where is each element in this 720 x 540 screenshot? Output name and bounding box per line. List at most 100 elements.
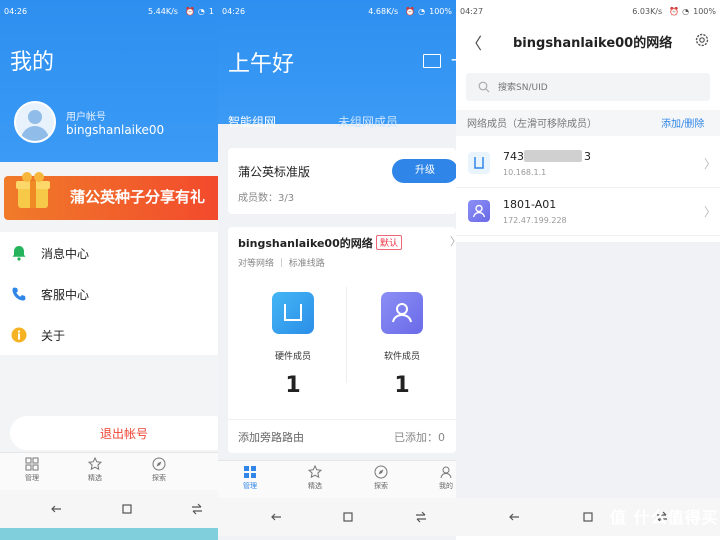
plan-card: 蒲公英标准版 成员数：3/3 升级 (228, 148, 456, 214)
wifi-icon: ◔ (197, 6, 205, 16)
back-nav-icon[interactable] (50, 503, 62, 515)
search-box[interactable] (466, 73, 710, 101)
added-count: 已添加：0 (394, 431, 445, 444)
menu-item-label: 客服中心 (41, 288, 90, 302)
panel-network-detail: 04:27 6.03K/s ⏰ ◔ 100% 〈 bingshanlaike00的… (456, 0, 720, 540)
bell-icon (12, 246, 26, 261)
tab-unnetworked-members[interactable]: 未组网成员 (338, 113, 398, 130)
wifi-icon: ◔ (682, 6, 690, 16)
bottom-tab-bar: 管理 精选 探索 我的 (218, 460, 456, 501)
back-icon[interactable]: 〈 (466, 30, 482, 54)
home-nav-icon[interactable] (342, 511, 354, 523)
account-label: 用户帐号 (66, 112, 106, 123)
status-bar: 04:26 4.68K/s ⏰ ◔ 100% (218, 0, 456, 22)
tab-manage[interactable]: 管理 (10, 457, 54, 483)
bottom-tab-bar: 管理 精选 探索 (0, 452, 218, 493)
wifi-icon: ◔ (418, 6, 426, 16)
menu-item-label: 消息中心 (41, 247, 90, 261)
tab-explore[interactable]: 探索 (359, 465, 403, 491)
switch-nav-icon[interactable] (415, 511, 427, 523)
page-title: bingshanlaike00的网络 (513, 36, 673, 51)
tab-label: 管理 (25, 474, 39, 482)
chevron-right-icon: 〉 (704, 205, 717, 219)
member-name-suffix: 3 (584, 150, 591, 163)
compass-icon (374, 465, 388, 479)
gear-icon[interactable] (694, 32, 710, 48)
divider (346, 287, 347, 383)
tab-label: 我的 (439, 482, 453, 490)
router-icon[interactable] (272, 292, 314, 334)
status-icons: ⏰ ◔ (182, 7, 205, 16)
compass-icon (152, 457, 166, 471)
list-item[interactable]: 1801-A01 172.47.199.228 〉 (456, 189, 720, 236)
member-name: 743 (503, 150, 524, 163)
page-title: 我的 (10, 50, 55, 75)
tab-label: 管理 (243, 482, 257, 490)
person-icon (440, 466, 452, 479)
chevron-right-icon: 〉 (704, 157, 717, 171)
mail-icon[interactable] (423, 54, 441, 68)
add-remove-link[interactable]: 添加/删除 (661, 115, 704, 130)
search-icon (478, 81, 490, 93)
home-nav-icon[interactable] (582, 511, 594, 523)
member-name: 1801-A01 (503, 198, 557, 211)
tab-label: 精选 (88, 474, 102, 482)
tab-featured[interactable]: 精选 (293, 465, 337, 491)
status-speed: 5.44K/s (148, 6, 178, 16)
menu-list: 消息中心 客服中心 关于 (0, 232, 218, 355)
switch-nav-icon[interactable] (191, 503, 203, 515)
account-name[interactable]: bingshanlaike00 (66, 123, 164, 137)
tab-smart-network[interactable]: 智能组网 (228, 113, 276, 130)
logout-label: 退出帐号 (100, 427, 149, 441)
status-battery: 100% (693, 6, 716, 16)
status-bar: 04:27 6.03K/s ⏰ ◔ 100% (456, 0, 720, 22)
upgrade-button[interactable]: 升级 (392, 159, 456, 183)
background-strip (0, 528, 218, 540)
status-speed: 6.03K/s (632, 6, 663, 16)
tab-label: 探索 (374, 482, 388, 490)
default-badge: 默认 (376, 235, 403, 250)
logout-button[interactable]: 退出帐号 (10, 416, 218, 450)
tab-mine[interactable]: 我的 (424, 465, 456, 491)
members-section-label: 网络成员（左滑可移除成员） (467, 119, 597, 130)
network-card[interactable]: bingshanlaike00的网络 默认 〉 对等网络 ｜ 标准线路 硬件成员… (228, 227, 456, 453)
status-speed: 4.68K/s (368, 6, 399, 16)
members-section-header: 网络成员（左滑可移除成员） 添加/删除 (456, 110, 720, 136)
status-battery: 1 (208, 6, 214, 16)
home-nav-icon[interactable] (121, 503, 133, 515)
network-subtitle: 对等网络 ｜ 标准线路 (238, 259, 325, 269)
menu-item-about[interactable]: 关于 (0, 314, 218, 355)
list-item[interactable]: 743 3 10.168.1.1 〉 (456, 141, 720, 188)
alarm-icon: ⏰ (405, 6, 416, 16)
search-input[interactable] (496, 78, 700, 98)
tab-label: 探索 (152, 474, 166, 482)
star-icon (88, 457, 102, 471)
tab-manage[interactable]: 管理 (228, 465, 272, 491)
status-time: 04:26 (4, 6, 28, 16)
person-icon[interactable] (381, 292, 423, 334)
status-bar: 04:26 5.44K/s ⏰ ◔ 1 (0, 0, 218, 22)
tab-explore[interactable]: 探索 (137, 457, 181, 483)
phone-icon (12, 287, 26, 301)
menu-item-messages[interactable]: 消息中心 (0, 232, 218, 273)
system-nav-bar (218, 498, 456, 536)
divider (228, 419, 456, 420)
status-icons: ⏰ ◔ (666, 7, 689, 16)
back-nav-icon[interactable] (270, 511, 282, 523)
panel-home: 04:26 4.68K/s ⏰◔ 100% 上午好 + 智能组网 未组网成员 蒲… (218, 0, 456, 540)
panel-my-profile: 04:26 5.44K/s ⏰ ◔ 1 我的 用户帐号 bingshanlaike… (0, 0, 218, 540)
alarm-icon: ⏰ (669, 6, 680, 16)
empty-area (456, 242, 720, 502)
back-nav-icon[interactable] (508, 511, 520, 523)
avatar[interactable] (14, 101, 56, 143)
member-count: 成员数：3/3 (238, 193, 295, 204)
system-nav-bar (0, 490, 218, 528)
software-member-count: 1 (394, 373, 410, 398)
star-icon (308, 465, 322, 479)
network-name: bingshanlaike00的网络 (238, 237, 373, 250)
tab-featured[interactable]: 精选 (73, 457, 117, 483)
person-icon (468, 200, 490, 222)
member-ip: 10.168.1.1 (503, 168, 547, 177)
add-bypass-route[interactable]: 添加旁路路由 (238, 429, 304, 445)
menu-item-support[interactable]: 客服中心 (0, 273, 218, 314)
